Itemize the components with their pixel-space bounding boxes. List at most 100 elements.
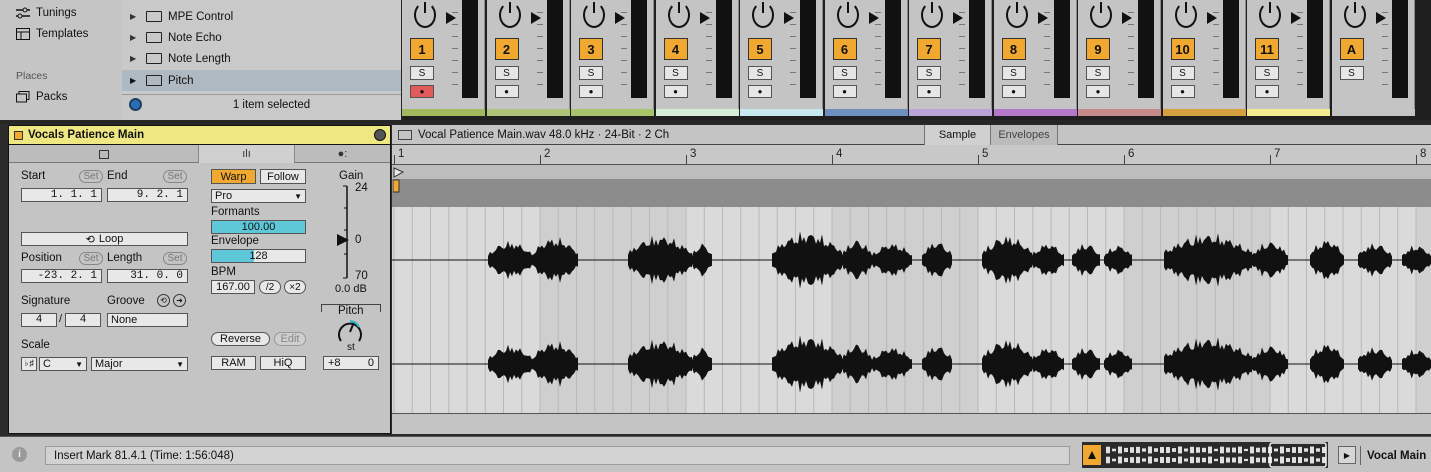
arm-button[interactable]: ● — [663, 85, 688, 98]
warp-mode-select[interactable]: Pro ▼ — [211, 189, 306, 203]
track-activator-button[interactable]: 3 — [579, 38, 603, 60]
track-activator-button[interactable]: A — [1339, 38, 1364, 60]
arm-button[interactable]: ● — [494, 85, 519, 98]
reverse-button[interactable]: Reverse — [211, 332, 270, 346]
solo-button[interactable]: S — [832, 66, 857, 80]
solo-button[interactable]: S — [410, 66, 434, 80]
pan-knob[interactable] — [414, 2, 436, 28]
scale-root-select[interactable]: C ▼ — [39, 357, 87, 371]
expand-icon[interactable]: ▶ — [130, 54, 140, 63]
places-item-packs[interactable]: Packs — [16, 89, 67, 105]
browser-item-note-echo[interactable]: ▶ Note Echo — [122, 27, 401, 48]
expand-icon[interactable]: ▶ — [130, 76, 140, 85]
volume-meter[interactable] — [452, 0, 478, 98]
position-field[interactable]: -23. 2. 1 — [21, 269, 102, 283]
volume-arrow-icon[interactable] — [1037, 12, 1048, 24]
beat-time-ruler[interactable]: 1 2 3 4 5 6 7 8 — [392, 145, 1431, 165]
pan-knob[interactable] — [1174, 2, 1197, 28]
volume-meter[interactable] — [1043, 0, 1070, 98]
pan-knob[interactable] — [498, 2, 521, 28]
edit-button[interactable]: Edit — [274, 332, 306, 346]
volume-arrow-icon[interactable] — [446, 12, 456, 24]
solo-button[interactable]: S — [663, 66, 688, 80]
volume-arrow-icon[interactable] — [1375, 12, 1386, 24]
follow-button[interactable]: Follow — [260, 169, 306, 184]
tab-envelopes[interactable]: Envelopes — [990, 125, 1058, 145]
volume-meter[interactable] — [1128, 0, 1154, 98]
volume-arrow-icon[interactable] — [699, 12, 710, 24]
solo-button[interactable]: S — [1086, 66, 1110, 80]
arm-button[interactable]: ● — [1255, 85, 1279, 98]
tab-audio[interactable]: ılı — [199, 145, 295, 163]
solo-button[interactable]: S — [748, 66, 772, 80]
expand-icon[interactable]: ▶ — [130, 33, 140, 42]
arm-button[interactable]: ● — [917, 85, 941, 98]
clip-color-swatch[interactable] — [14, 130, 23, 140]
groove-commit-icon[interactable]: ➜ — [173, 294, 186, 307]
clip-title-bar[interactable]: Vocals Patience Main — [9, 126, 390, 145]
pan-knob[interactable] — [583, 2, 605, 28]
signature-numerator-field[interactable]: 4 — [21, 313, 57, 327]
track-activator-button[interactable]: 5 — [748, 38, 772, 60]
pan-knob[interactable] — [1343, 2, 1366, 28]
scale-mode-select[interactable]: Major ▼ — [91, 357, 188, 371]
length-set-button[interactable]: Set — [163, 252, 187, 265]
solo-button[interactable]: S — [494, 66, 519, 80]
track-activator-button[interactable]: 7 — [917, 38, 941, 60]
end-set-button[interactable]: Set — [163, 170, 187, 183]
volume-arrow-icon[interactable] — [615, 12, 625, 24]
volume-meter[interactable] — [1297, 0, 1323, 98]
start-field[interactable]: 1. 1. 1 — [21, 188, 102, 202]
track-activator-button[interactable]: 1 — [410, 38, 434, 60]
arm-button[interactable]: ● — [579, 85, 603, 98]
globe-icon[interactable] — [129, 98, 142, 111]
clip-name[interactable]: Vocals Patience Main — [28, 129, 144, 141]
volume-arrow-icon[interactable] — [784, 12, 794, 24]
warp-marker-lane[interactable] — [392, 165, 1431, 207]
volume-arrow-icon[interactable] — [868, 12, 879, 24]
volume-arrow-icon[interactable] — [953, 12, 963, 24]
volume-meter[interactable] — [1212, 0, 1239, 98]
pitch-cents[interactable]: 0 — [368, 357, 374, 369]
pan-knob[interactable] — [921, 2, 943, 28]
formants-field[interactable]: 100.00 — [211, 220, 306, 234]
track-activator-button[interactable]: 10 — [1170, 38, 1195, 60]
volume-arrow-icon[interactable] — [1291, 12, 1301, 24]
browser-item-mpe-control[interactable]: ▶ MPE Control — [122, 6, 401, 27]
hiq-button[interactable]: HiQ — [260, 356, 306, 370]
arrangement-overview[interactable] — [1082, 442, 1328, 468]
end-field[interactable]: 9. 2. 1 — [107, 188, 188, 202]
half-tempo-button[interactable]: /2 — [259, 280, 281, 294]
double-tempo-button[interactable]: ×2 — [284, 280, 306, 294]
pan-knob[interactable] — [1259, 2, 1281, 28]
groove-hot-swap-icon[interactable]: ⟲ — [157, 294, 170, 307]
tab-sample[interactable]: Sample — [924, 125, 990, 145]
places-item-templates[interactable]: Templates — [16, 26, 88, 42]
track-activator-button[interactable]: 2 — [494, 38, 519, 60]
volume-meter[interactable] — [621, 0, 647, 98]
expand-icon[interactable]: ▶ — [130, 12, 140, 21]
arm-button[interactable]: ● — [832, 85, 857, 98]
arm-button[interactable]: ● — [410, 85, 434, 98]
ram-button[interactable]: RAM — [211, 356, 256, 370]
places-item-tunings[interactable]: Tunings — [16, 5, 77, 21]
signature-denominator-field[interactable]: 4 — [65, 313, 101, 327]
solo-button[interactable]: S — [579, 66, 603, 80]
length-field[interactable]: 31. 0. 0 — [107, 269, 188, 283]
info-icon[interactable]: i — [12, 447, 27, 462]
pitch-semitones[interactable]: +8 — [328, 357, 341, 369]
volume-arrow-icon[interactable] — [1206, 12, 1217, 24]
play-icon[interactable]: ▶ — [1338, 446, 1356, 464]
tab-midi[interactable]: ●: — [295, 145, 390, 163]
warp-button[interactable]: Warp — [211, 169, 256, 184]
pan-knob[interactable] — [1005, 2, 1028, 28]
volume-meter[interactable] — [705, 0, 732, 98]
pitch-transpose-field[interactable]: +8 0 — [323, 356, 379, 370]
scale-accidental-icon[interactable]: ♭♯ — [21, 357, 37, 371]
gain-slider[interactable] — [327, 184, 357, 280]
solo-button[interactable]: S — [1001, 66, 1026, 80]
solo-button[interactable]: S — [1170, 66, 1195, 80]
arm-button[interactable]: ● — [1086, 85, 1110, 98]
position-set-button[interactable]: Set — [79, 252, 103, 265]
sample-scroll-area[interactable] — [392, 413, 1431, 434]
